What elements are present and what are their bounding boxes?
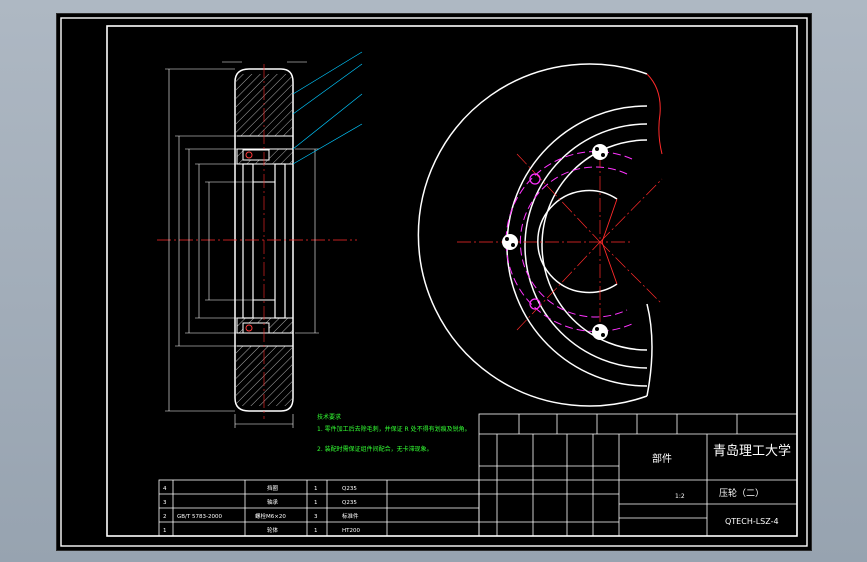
outer-border [60, 17, 808, 547]
bom-material: 标准件 [342, 512, 359, 520]
bom-qty: 1 [314, 486, 318, 492]
cad-drawing-sheet: 技术要求 1. 零件加工后去除毛刺，并保证 R 处不得有划痕及锐角。 2. 装配… [56, 13, 812, 551]
bom-name: 螺栓M6×20 [255, 512, 286, 520]
bom-name: 轮体 [267, 526, 279, 534]
bom-qty: 1 [314, 528, 318, 534]
title-ratio: 1:2 [675, 493, 685, 500]
bom-material: Q235 [342, 500, 357, 506]
notes-heading: 技术要求 [317, 413, 341, 421]
plan-view [417, 63, 663, 407]
bom-no: 4 [163, 486, 167, 492]
section-view [157, 51, 363, 428]
notes-line-2: 2. 装配时需保证组件间配合，无卡滞现象。 [317, 445, 433, 453]
bom-material: Q235 [342, 486, 357, 492]
bom-material: HT200 [342, 528, 360, 534]
notes-line-1: 1. 零件加工后去除毛刺，并保证 R 处不得有划痕及锐角。 [317, 425, 471, 433]
title-part-kind: 部件 [652, 452, 672, 465]
title-part-name: 压轮（二） [719, 487, 764, 499]
technical-notes: 技术要求 1. 零件加工后去除毛刺，并保证 R 处不得有划痕及锐角。 2. 装配… [317, 413, 471, 453]
bom-qty: 3 [314, 514, 318, 520]
bom-name: 轴承 [267, 498, 279, 506]
bom-text: 4 挡圈 1 Q235 3 轴承 1 Q235 2 GB/T 5783-2000… [163, 484, 360, 534]
bom-code: GB/T 5783-2000 [177, 514, 222, 520]
bom-no: 2 [163, 514, 167, 520]
bom-no: 1 [163, 528, 167, 534]
bom-qty: 1 [314, 500, 318, 506]
bom-no: 3 [163, 500, 167, 506]
bom-name: 挡圈 [267, 484, 279, 492]
inner-border [106, 25, 798, 537]
title-drawing-no: QTECH-LSZ-4 [725, 517, 779, 526]
title-university: 青岛理工大学 [713, 443, 791, 459]
bom-table [158, 479, 480, 537]
